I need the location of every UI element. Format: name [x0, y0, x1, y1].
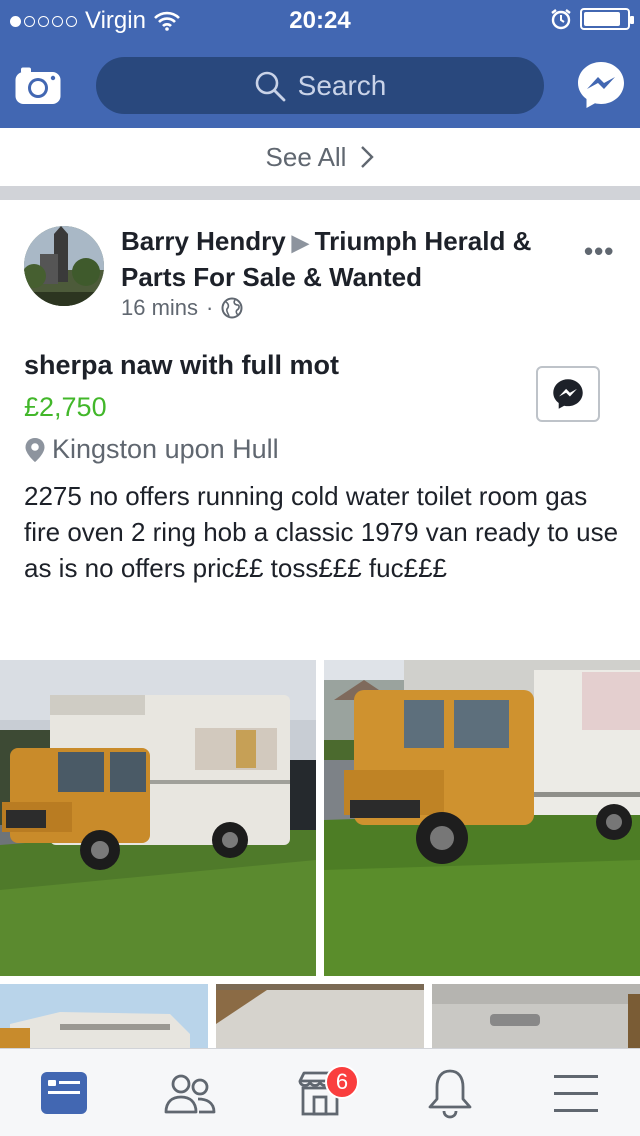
clock: 20:24	[289, 7, 351, 34]
status-bar: Virgin 20:24	[0, 0, 640, 40]
search-placeholder: Search	[297, 69, 387, 101]
post-meta: 16 mins ·	[121, 295, 243, 321]
separator-dot: ·	[206, 295, 214, 320]
marketplace-badge: 6	[325, 1065, 359, 1099]
listing-price: £2,750	[24, 392, 107, 422]
search-icon	[255, 71, 286, 101]
search-bar[interactable]: Search	[96, 57, 544, 114]
alarm-icon	[551, 9, 571, 30]
section-divider	[0, 186, 640, 200]
chevron-right-icon	[361, 146, 375, 168]
see-all-label: See All	[265, 141, 347, 172]
location-pin-icon	[25, 437, 45, 462]
more-options-icon[interactable]: •••	[584, 236, 614, 267]
listing-photo[interactable]	[216, 984, 424, 1048]
post-header: Barry Hendry ▶ Triumph Herald & Parts For …	[121, 224, 571, 294]
listing-photo[interactable]	[0, 660, 316, 976]
location-text: Kingston upon Hull	[52, 434, 279, 464]
notifications-icon[interactable]	[420, 1067, 480, 1121]
see-all-link[interactable]: See All	[0, 128, 640, 186]
messenger-icon[interactable]	[576, 60, 626, 110]
triangle-right-icon: ▶	[291, 230, 309, 255]
listing-title: sherpa naw with full mot	[24, 350, 340, 380]
listing-photo[interactable]	[432, 984, 640, 1048]
globe-icon	[221, 297, 243, 319]
post-time[interactable]: 16 mins	[121, 295, 198, 321]
camera-icon[interactable]	[14, 66, 62, 106]
top-bar: Virgin 20:24 Search	[0, 0, 640, 128]
bottom-tab-bar	[0, 1048, 640, 1136]
avatar[interactable]	[24, 226, 104, 306]
post-author[interactable]: Barry Hendry	[121, 226, 286, 256]
messenger-icon	[553, 379, 583, 409]
listing-location: Kingston upon Hull	[24, 434, 279, 465]
news-feed-icon[interactable]	[34, 1067, 94, 1121]
menu-icon[interactable]	[546, 1067, 606, 1121]
message-seller-button[interactable]	[536, 366, 600, 422]
listing-photo[interactable]	[0, 984, 208, 1048]
friends-icon[interactable]	[160, 1067, 220, 1121]
listing-photo[interactable]	[324, 660, 640, 976]
listing-description: 2275 no offers running cold water toilet…	[24, 481, 619, 583]
battery-icon	[580, 8, 634, 30]
